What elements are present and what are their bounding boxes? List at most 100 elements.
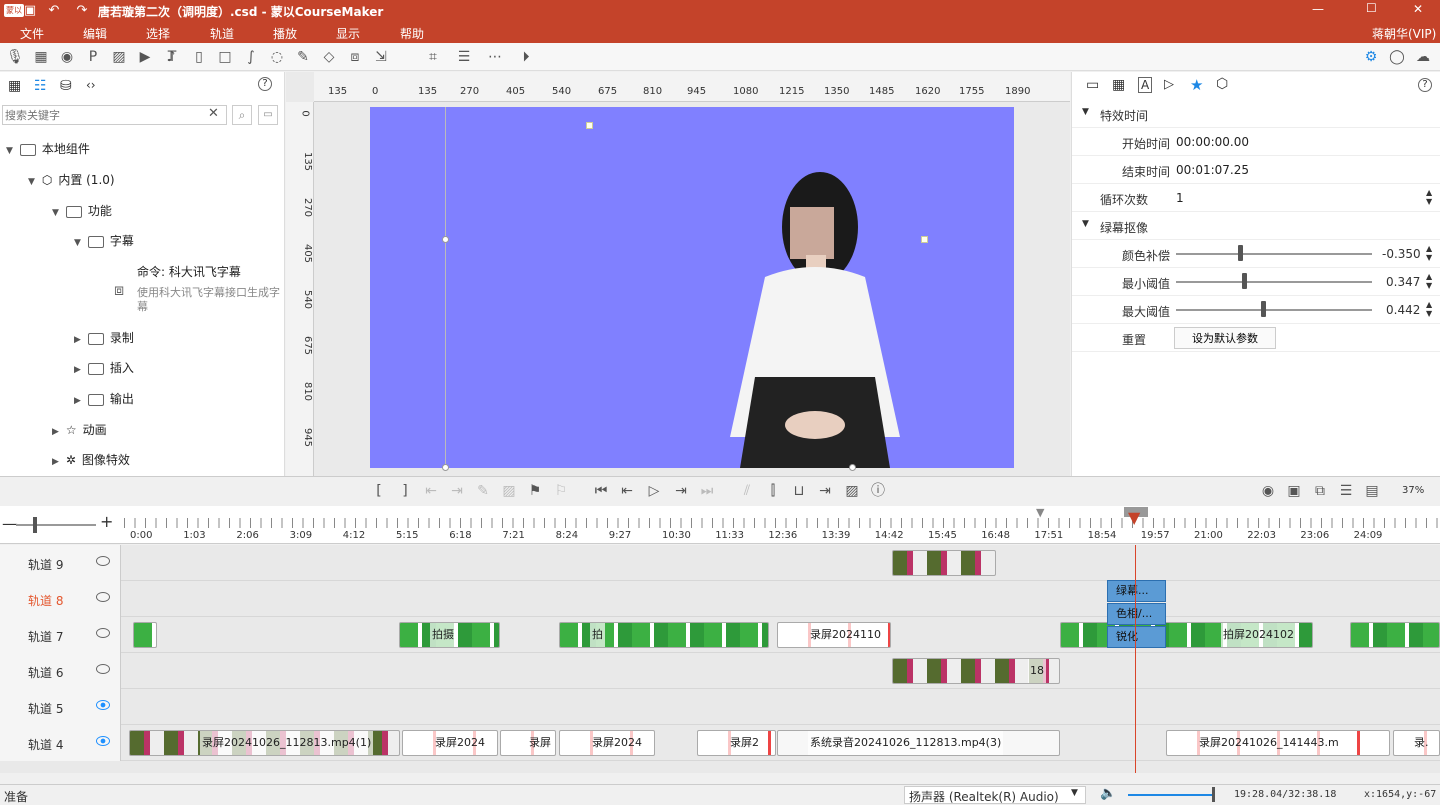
- sliders-icon[interactable]: ☰: [455, 48, 473, 66]
- rect-icon[interactable]: □: [216, 48, 234, 66]
- timeline-clip[interactable]: 录屏2024110: [777, 622, 891, 648]
- spinner-icon[interactable]: ▲ ▼: [1426, 300, 1432, 318]
- go-start-icon[interactable]: ⏮: [592, 482, 610, 500]
- section-effect-time[interactable]: ▼ 特效时间: [1072, 100, 1440, 128]
- timeline-clip[interactable]: [892, 550, 996, 576]
- tree-function[interactable]: ▼ 功能: [52, 201, 112, 221]
- mark-in-icon[interactable]: [: [370, 482, 388, 500]
- timeline-clip[interactable]: 拍屏2024102: [1060, 622, 1313, 648]
- marker-icon[interactable]: ▼: [1036, 506, 1044, 519]
- box-icon[interactable]: ⬡: [1216, 76, 1228, 92]
- align-icon[interactable]: ☰: [1337, 482, 1355, 500]
- gear-icon[interactable]: ⚙: [1362, 48, 1380, 66]
- track-header[interactable]: 轨道 6: [0, 653, 121, 689]
- spinner-icon[interactable]: ▲ ▼: [1426, 188, 1432, 206]
- redo-icon[interactable]: ↷: [74, 3, 90, 19]
- save-icon[interactable]: ▣: [22, 3, 38, 19]
- zoom-in-button[interactable]: +: [100, 512, 113, 531]
- menu-edit[interactable]: 编辑: [83, 25, 107, 42]
- reset-default-button[interactable]: 设为默认参数: [1174, 327, 1276, 349]
- eye-icon[interactable]: [96, 592, 110, 602]
- transform-handle[interactable]: [849, 464, 856, 471]
- track-header[interactable]: 轨道 8: [0, 581, 121, 617]
- max-threshold-thumb[interactable]: [1260, 301, 1266, 317]
- timeline-clip[interactable]: 录屏2: [697, 730, 776, 756]
- tree-insert[interactable]: ▶ 插入: [74, 358, 134, 378]
- eraser-icon[interactable]: ◇: [320, 48, 338, 66]
- maximize-button[interactable]: ☐: [1366, 1, 1377, 15]
- menu-play[interactable]: 播放: [273, 25, 297, 42]
- chat-icon[interactable]: ◯: [1388, 48, 1406, 66]
- database-icon[interactable]: ⛁: [60, 78, 72, 94]
- command-title[interactable]: 命令: 科大讯飞字幕: [137, 262, 241, 282]
- effect-star-icon[interactable]: ★: [1190, 76, 1203, 94]
- max-threshold-slider[interactable]: [1176, 309, 1372, 311]
- doc-icon[interactable]: ▯: [190, 48, 208, 66]
- text-icon[interactable]: T: [163, 48, 181, 66]
- flag-off-icon[interactable]: ⚐: [552, 482, 570, 500]
- eye-icon[interactable]: [96, 736, 110, 746]
- menu-track[interactable]: 轨道: [210, 25, 234, 42]
- timeline-clip[interactable]: 拍: [559, 622, 769, 648]
- tree-root[interactable]: ▼ 本地组件: [6, 139, 90, 159]
- timeline-clip[interactable]: 18: [892, 658, 1060, 684]
- zoom-slider-thumb[interactable]: [33, 517, 37, 533]
- screen-record-icon[interactable]: ▦: [32, 48, 50, 66]
- grid-icon[interactable]: ▦: [1112, 77, 1125, 93]
- trim-icon[interactable]: ⊔: [790, 482, 808, 500]
- color-comp-slider[interactable]: [1176, 253, 1372, 255]
- min-threshold-slider[interactable]: [1176, 281, 1372, 283]
- tree-subtitle[interactable]: ▼ 字幕: [74, 231, 134, 251]
- crop-icon[interactable]: ⌗: [424, 48, 442, 66]
- flag-icon[interactable]: ⚑: [526, 482, 544, 500]
- media-icon[interactable]: ▷: [1164, 77, 1174, 92]
- loop-value[interactable]: 1: [1176, 191, 1184, 205]
- clear-search-icon[interactable]: ✕: [208, 106, 219, 121]
- camera-icon[interactable]: ◉: [58, 48, 76, 66]
- extend-icon[interactable]: ⇥: [816, 482, 834, 500]
- timeline-clip[interactable]: 录屏2024: [559, 730, 655, 756]
- layers-icon[interactable]: ⧉: [1311, 482, 1329, 500]
- tree-effects[interactable]: ▶ ✲ 图像特效: [52, 450, 130, 470]
- track-header[interactable]: 轨道 7: [0, 617, 121, 653]
- video-icon[interactable]: ▶: [136, 48, 154, 66]
- menu-help[interactable]: 帮助: [400, 25, 424, 42]
- transform-handle[interactable]: [586, 122, 593, 129]
- transform-handle[interactable]: [442, 464, 449, 471]
- speaker-icon[interactable]: 🔈: [1100, 786, 1116, 801]
- cut-icon[interactable]: ⫿: [764, 482, 782, 500]
- tree-builtin[interactable]: ▼ ⬡ 内置 (1.0): [28, 170, 115, 190]
- go-out-icon[interactable]: ⇥: [448, 482, 466, 500]
- play-circle-icon[interactable]: ⏵: [517, 48, 535, 66]
- zoom-slider-track[interactable]: [16, 524, 96, 526]
- timeline-clip[interactable]: 录屏2024: [402, 730, 498, 756]
- mark-out-icon[interactable]: ]: [396, 482, 414, 500]
- effect-block-chroma[interactable]: 绿幕...: [1107, 580, 1166, 602]
- close-button[interactable]: ✕: [1413, 2, 1423, 16]
- eye-icon[interactable]: [96, 700, 110, 710]
- timeline-clip[interactable]: 录屏20241026_141443.m: [1166, 730, 1390, 756]
- undo-icon[interactable]: ↶: [46, 3, 62, 19]
- tree-animation[interactable]: ▶ ☆ 动画: [52, 420, 107, 440]
- image-icon[interactable]: ▨: [110, 48, 128, 66]
- grid-view-icon[interactable]: ▦: [8, 78, 21, 94]
- eye-icon[interactable]: [96, 628, 110, 638]
- split-icon[interactable]: ⫽: [738, 482, 756, 500]
- min-threshold-thumb[interactable]: [1242, 273, 1247, 289]
- go-in-icon[interactable]: ⇤: [422, 482, 440, 500]
- edit-icon[interactable]: ✎: [474, 482, 492, 500]
- track-header[interactable]: 轨道 9: [0, 545, 121, 581]
- help-icon[interactable]: ?: [1418, 78, 1432, 92]
- tree-record[interactable]: ▶ 录制: [74, 328, 134, 348]
- eye-icon[interactable]: [96, 664, 110, 674]
- picture-icon[interactable]: ▣: [1285, 482, 1303, 500]
- user-name[interactable]: 蒋朝华(VIP): [1372, 25, 1436, 42]
- play-icon[interactable]: ▷: [645, 482, 663, 500]
- transform-handle[interactable]: [921, 236, 928, 243]
- text-box-icon[interactable]: A: [1138, 77, 1153, 93]
- help-circle-icon[interactable]: ⓘ: [869, 482, 887, 500]
- frame-icon[interactable]: ⧈: [346, 48, 364, 66]
- audio-device-select[interactable]: 扬声器 (Realtek(R) Audio) ▼: [904, 786, 1086, 804]
- video-stage[interactable]: [370, 107, 1014, 468]
- end-time-value[interactable]: 00:01:07.25: [1176, 163, 1249, 177]
